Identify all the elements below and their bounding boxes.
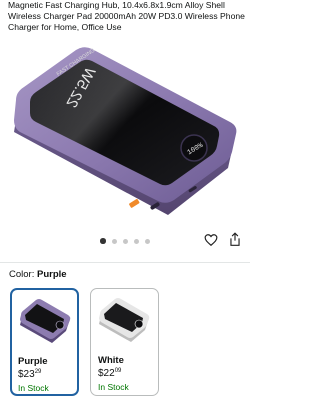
option-price: $2209 — [98, 368, 121, 379]
color-label-row: Color: Purple — [9, 269, 67, 280]
price-fraction: 29 — [34, 369, 42, 375]
gallery-dots[interactable] — [100, 237, 150, 245]
gallery-dot[interactable] — [144, 238, 150, 244]
gallery-dot[interactable] — [100, 238, 106, 244]
product-image[interactable]: FAST CHARGING 22.5W 100% — [0, 40, 250, 220]
color-label: Color: — [9, 269, 35, 280]
gallery-dot[interactable] — [111, 238, 117, 244]
gallery-dot[interactable] — [133, 238, 139, 244]
product-title: Magnetic Fast Charging Hub, 10.4x6.8x1.9… — [8, 0, 245, 33]
selected-color: Purple — [36, 269, 67, 280]
price-whole: $23 — [18, 369, 35, 380]
price-fraction: 09 — [114, 368, 122, 374]
option-name: White — [98, 355, 124, 366]
heart-icon[interactable] — [204, 233, 218, 247]
option-name: Purple — [18, 356, 48, 367]
gallery-dot[interactable] — [122, 238, 128, 244]
stock-status: In Stock — [18, 383, 49, 393]
share-icon[interactable] — [228, 232, 242, 247]
price-whole: $22 — [98, 368, 115, 379]
color-option-purple[interactable]: Purple $2329 In Stock — [10, 288, 79, 396]
purple-thumbnail — [20, 299, 71, 343]
stock-status: In Stock — [98, 382, 129, 392]
divider — [0, 262, 250, 263]
option-price: $2329 — [18, 369, 41, 380]
white-thumbnail — [99, 298, 150, 342]
color-option-white[interactable]: White $2209 In Stock — [90, 288, 159, 396]
